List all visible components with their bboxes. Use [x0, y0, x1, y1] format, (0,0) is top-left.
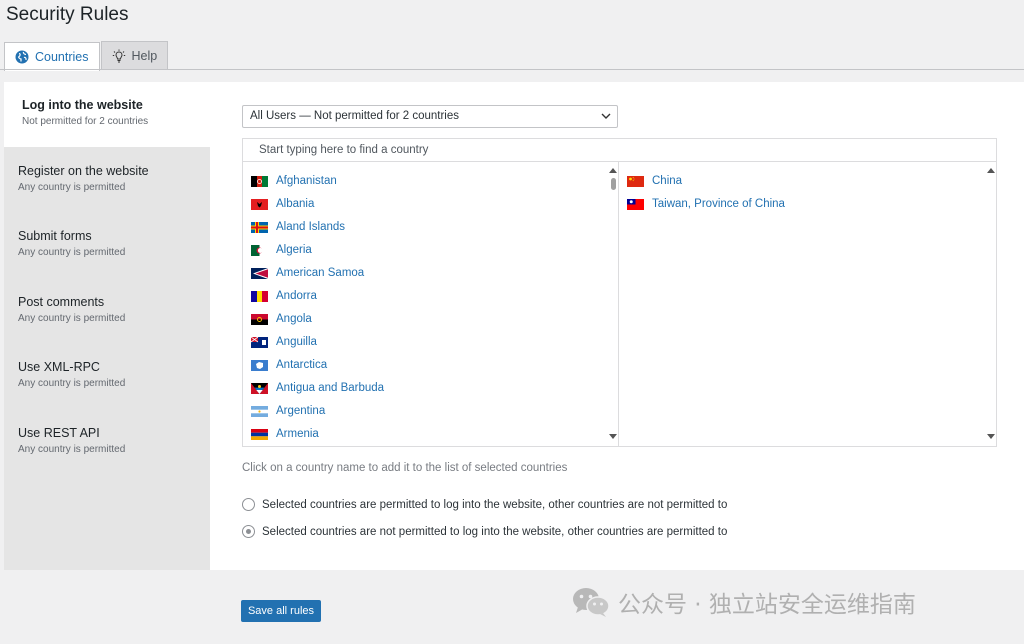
sidebar-item-title: Register on the website: [18, 164, 149, 178]
tab-bar: Countries Help: [4, 41, 169, 71]
available-countries-list[interactable]: Afghanistan Albania Aland Islands Algeri…: [242, 162, 619, 447]
country-item-china[interactable]: China: [627, 172, 682, 190]
country-item-afghanistan[interactable]: Afghanistan: [251, 172, 337, 190]
selected-countries-list[interactable]: China Taiwan, Province of China: [618, 162, 997, 447]
country-label: China: [652, 175, 683, 187]
country-item-armenia[interactable]: Armenia: [251, 425, 319, 443]
sidebar-item-title: Use REST API: [18, 426, 100, 440]
sidebar-item-status: Any country is permitted: [18, 247, 126, 258]
sidebar-item-post-comments[interactable]: Post comments Any country is permitted: [4, 279, 210, 344]
radio-permit-selected[interactable]: Selected countries are permitted to log …: [242, 498, 727, 511]
country-item-argentina[interactable]: Argentina: [251, 402, 325, 420]
sidebar-item-title: Use XML-RPC: [18, 360, 100, 374]
country-label: Aland Islands: [276, 221, 346, 233]
country-label: Antarctica: [276, 359, 328, 371]
radio-circle[interactable]: [242, 525, 255, 538]
country-label: Taiwan, Province of China: [652, 198, 785, 210]
flag-china-icon: [627, 175, 644, 187]
country-label: Anguilla: [276, 336, 317, 348]
sidebar-item-status: Any country is permitted: [18, 444, 126, 455]
sidebar-item-title: Submit forms: [18, 229, 92, 243]
sidebar-item-title: Log into the website: [22, 98, 143, 112]
sidebar-item-submit-forms[interactable]: Submit forms Any country is permitted: [4, 213, 210, 278]
country-label: American Samoa: [276, 267, 365, 279]
tabs-divider: [0, 69, 1024, 70]
country-item-andorra[interactable]: Andorra: [251, 287, 317, 305]
sidebar-item-rest-api[interactable]: Use REST API Any country is permitted: [4, 410, 210, 475]
country-label: Argentina: [276, 405, 326, 417]
radio-label: Selected countries are permitted to log …: [262, 498, 728, 511]
tab-countries-label: Countries: [35, 50, 89, 64]
globe-icon: [15, 50, 29, 64]
save-all-rules-button[interactable]: Save all rules: [241, 600, 321, 622]
tab-help[interactable]: Help: [100, 41, 169, 70]
country-item-angola[interactable]: Angola: [251, 310, 312, 328]
country-item-algeria[interactable]: Algeria: [251, 241, 312, 259]
country-label: Armenia: [276, 428, 319, 440]
country-label: Andorra: [276, 290, 317, 302]
sidebar-item-xml-rpc[interactable]: Use XML-RPC Any country is permitted: [4, 344, 210, 409]
flag-american-samoa-icon: [251, 267, 268, 279]
scroll-up-icon[interactable]: [987, 168, 995, 173]
flag-aland-islands-icon: [251, 221, 268, 233]
country-label: Albania: [276, 198, 315, 210]
flag-armenia-icon: [251, 428, 268, 440]
user-role-select[interactable]: All Users — Not permitted for 2 countrie…: [242, 105, 618, 128]
user-role-select-value: All Users — Not permitted for 2 countrie…: [250, 110, 459, 122]
country-label: Afghanistan: [276, 175, 337, 187]
watermark-text: 公众号 · 独立站安全运维指南: [618, 592, 916, 618]
country-item-american-samoa[interactable]: American Samoa: [251, 264, 364, 282]
rules-sidebar: Log into the website Not permitted for 2…: [4, 82, 210, 570]
watermark: 公众号 · 独立站安全运维指南: [572, 585, 916, 619]
flag-taiwan-icon: [627, 198, 644, 210]
sidebar-item-register[interactable]: Register on the website Any country is p…: [4, 148, 210, 213]
sidebar-item-title: Post comments: [18, 295, 105, 309]
sidebar-item-status: Any country is permitted: [18, 313, 126, 324]
flag-anguilla-icon: [251, 336, 268, 348]
tab-countries[interactable]: Countries: [4, 42, 100, 71]
flag-algeria-icon: [251, 244, 268, 256]
lightbulb-icon: [112, 49, 125, 63]
flag-afghanistan-icon: [251, 175, 268, 187]
tab-help-label: Help: [131, 49, 158, 63]
country-label: Angola: [276, 313, 312, 325]
radio-circle[interactable]: [242, 498, 255, 511]
scroll-up-icon[interactable]: [609, 168, 617, 173]
country-item-antigua-and-barbuda[interactable]: Antigua and Barbuda: [251, 379, 384, 397]
radio-deny-selected[interactable]: Selected countries are not permitted to …: [242, 525, 727, 538]
country-item-aland-islands[interactable]: Aland Islands: [251, 218, 345, 236]
country-label: Algeria: [276, 244, 312, 256]
wechat-icon: [573, 588, 610, 617]
flag-albania-icon: [251, 198, 268, 210]
country-label: Antigua and Barbuda: [276, 382, 385, 394]
flag-angola-icon: [251, 313, 268, 325]
country-item-anguilla[interactable]: Anguilla: [251, 333, 317, 351]
flag-antigua-and-barbuda-icon: [251, 382, 268, 394]
sidebar-item-status: Any country is permitted: [18, 182, 126, 193]
country-list-hint: Click on a country name to add it to the…: [242, 462, 568, 474]
flag-argentina-icon: [251, 405, 268, 417]
scroll-down-icon[interactable]: [609, 434, 617, 439]
scrollbar-thumb[interactable]: [611, 178, 616, 190]
radio-label: Selected countries are not permitted to …: [262, 525, 728, 538]
rules-panel: Log into the website Not permitted for 2…: [4, 82, 1024, 570]
page-title: Security Rules: [6, 4, 129, 25]
chevron-down-icon: [601, 113, 611, 119]
country-search-input[interactable]: [242, 138, 997, 162]
country-item-albania[interactable]: Albania: [251, 195, 314, 213]
country-item-taiwan[interactable]: Taiwan, Province of China: [627, 195, 785, 213]
country-item-antarctica[interactable]: Antarctica: [251, 356, 327, 374]
sidebar-item-status: Not permitted for 2 countries: [22, 116, 149, 127]
flag-andorra-icon: [251, 290, 268, 302]
sidebar-item-status: Any country is permitted: [18, 378, 126, 389]
sidebar-item-login[interactable]: Log into the website Not permitted for 2…: [4, 82, 210, 147]
scroll-down-icon[interactable]: [987, 434, 995, 439]
flag-antarctica-icon: [251, 359, 268, 371]
